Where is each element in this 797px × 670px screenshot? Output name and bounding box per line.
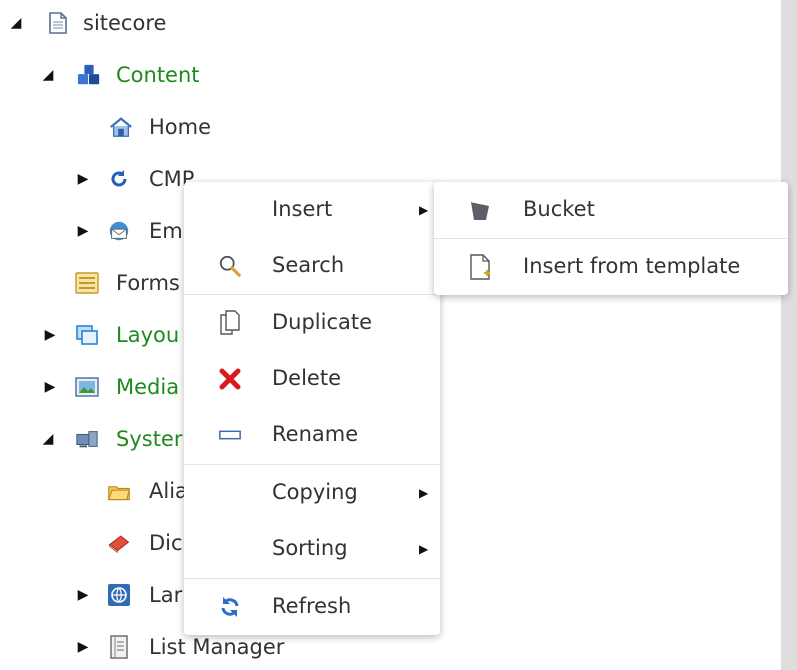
expand-arrow-icon[interactable]: ▶	[76, 640, 90, 654]
menu-item-label: Refresh	[272, 594, 352, 618]
expand-arrow-icon[interactable]: ▶	[76, 172, 90, 186]
tree-node-label: Content	[116, 63, 200, 87]
delete-x-icon	[218, 367, 242, 391]
menu-item-search[interactable]: Search	[184, 240, 440, 292]
collapse-arrow-icon[interactable]: ◢	[41, 68, 55, 82]
collapse-arrow-icon[interactable]: ◢	[41, 432, 55, 446]
tree-node-label: Lar	[149, 583, 183, 607]
tree-node-content[interactable]: ◢ Content	[0, 55, 700, 95]
folder-icon	[107, 479, 131, 503]
tree-node-label: Forms	[116, 271, 180, 295]
tree-node-label: List Manager	[149, 635, 285, 659]
menu-item-sorting[interactable]: Sorting ▶	[184, 523, 440, 575]
duplicate-icon	[218, 310, 242, 335]
submenu-arrow-icon: ▶	[419, 542, 429, 556]
cmp-sync-icon	[107, 167, 131, 191]
context-menu: Insert ▶ Search Duplicate Delete Rename …	[184, 182, 440, 635]
submenu-arrow-icon: ▶	[419, 203, 429, 217]
layout-icon	[75, 323, 99, 347]
content-cubes-icon	[77, 63, 101, 87]
tree-node-label: Dic	[149, 531, 183, 555]
menu-item-delete[interactable]: Delete	[184, 353, 440, 405]
bucket-icon	[468, 198, 492, 222]
tree-node-label: sitecore	[83, 11, 167, 35]
menu-item-duplicate[interactable]: Duplicate	[184, 297, 440, 349]
expand-arrow-icon[interactable]: ▶	[43, 380, 57, 394]
tree-node-label: Alia	[149, 479, 188, 503]
expand-arrow-icon[interactable]: ▶	[43, 328, 57, 342]
forms-icon	[75, 271, 99, 295]
menu-item-label: Delete	[272, 366, 341, 390]
tree-node-label: Syster	[116, 427, 183, 451]
tree-node-home[interactable]: Home	[0, 107, 700, 147]
menu-item-label: Sorting	[272, 536, 348, 560]
collapse-arrow-icon[interactable]: ◢	[9, 16, 23, 30]
menu-item-label: Bucket	[523, 197, 595, 221]
email-icon	[107, 219, 131, 243]
menu-item-refresh[interactable]: Refresh	[184, 581, 440, 633]
menu-item-label: Insert from template	[523, 254, 741, 278]
rename-icon	[218, 423, 242, 447]
menu-item-label: Rename	[272, 422, 359, 446]
refresh-icon	[218, 595, 242, 619]
home-icon	[109, 115, 133, 139]
list-manager-icon	[107, 635, 131, 659]
insert-submenu: Bucket Insert from template	[434, 182, 788, 295]
menu-divider	[184, 294, 440, 295]
insert-template-icon	[468, 254, 492, 280]
tree-node-label: Layou	[116, 323, 180, 347]
content-tree-panel: ◢ sitecore ◢ Content Home ▶ CMP ▶ Em For…	[0, 0, 797, 670]
menu-item-insert[interactable]: Insert ▶	[184, 184, 440, 236]
menu-item-label: Duplicate	[272, 310, 373, 334]
submenu-item-bucket[interactable]: Bucket	[434, 184, 788, 236]
menu-divider	[434, 238, 788, 239]
tree-node-label: Em	[149, 219, 183, 243]
language-globe-icon	[107, 583, 131, 607]
menu-item-label: Insert	[272, 197, 333, 221]
expand-arrow-icon[interactable]: ▶	[76, 224, 90, 238]
document-icon	[46, 11, 70, 35]
vertical-scrollbar[interactable]	[781, 0, 797, 670]
expand-arrow-icon[interactable]: ▶	[76, 588, 90, 602]
submenu-arrow-icon: ▶	[419, 486, 429, 500]
tree-node-label: Media	[116, 375, 180, 399]
dictionary-book-icon	[107, 531, 131, 555]
system-icon	[75, 427, 99, 451]
menu-divider	[184, 578, 440, 579]
tree-node-sitecore[interactable]: ◢ sitecore	[0, 3, 700, 43]
tree-node-label: Home	[149, 115, 212, 139]
menu-item-label: Search	[272, 253, 345, 277]
media-image-icon	[75, 375, 99, 399]
menu-item-rename[interactable]: Rename	[184, 409, 440, 461]
menu-item-copying[interactable]: Copying ▶	[184, 467, 440, 519]
menu-item-label: Copying	[272, 480, 358, 504]
menu-divider	[184, 464, 440, 465]
submenu-item-insert-from-template[interactable]: Insert from template	[434, 241, 788, 293]
search-icon	[218, 254, 242, 278]
